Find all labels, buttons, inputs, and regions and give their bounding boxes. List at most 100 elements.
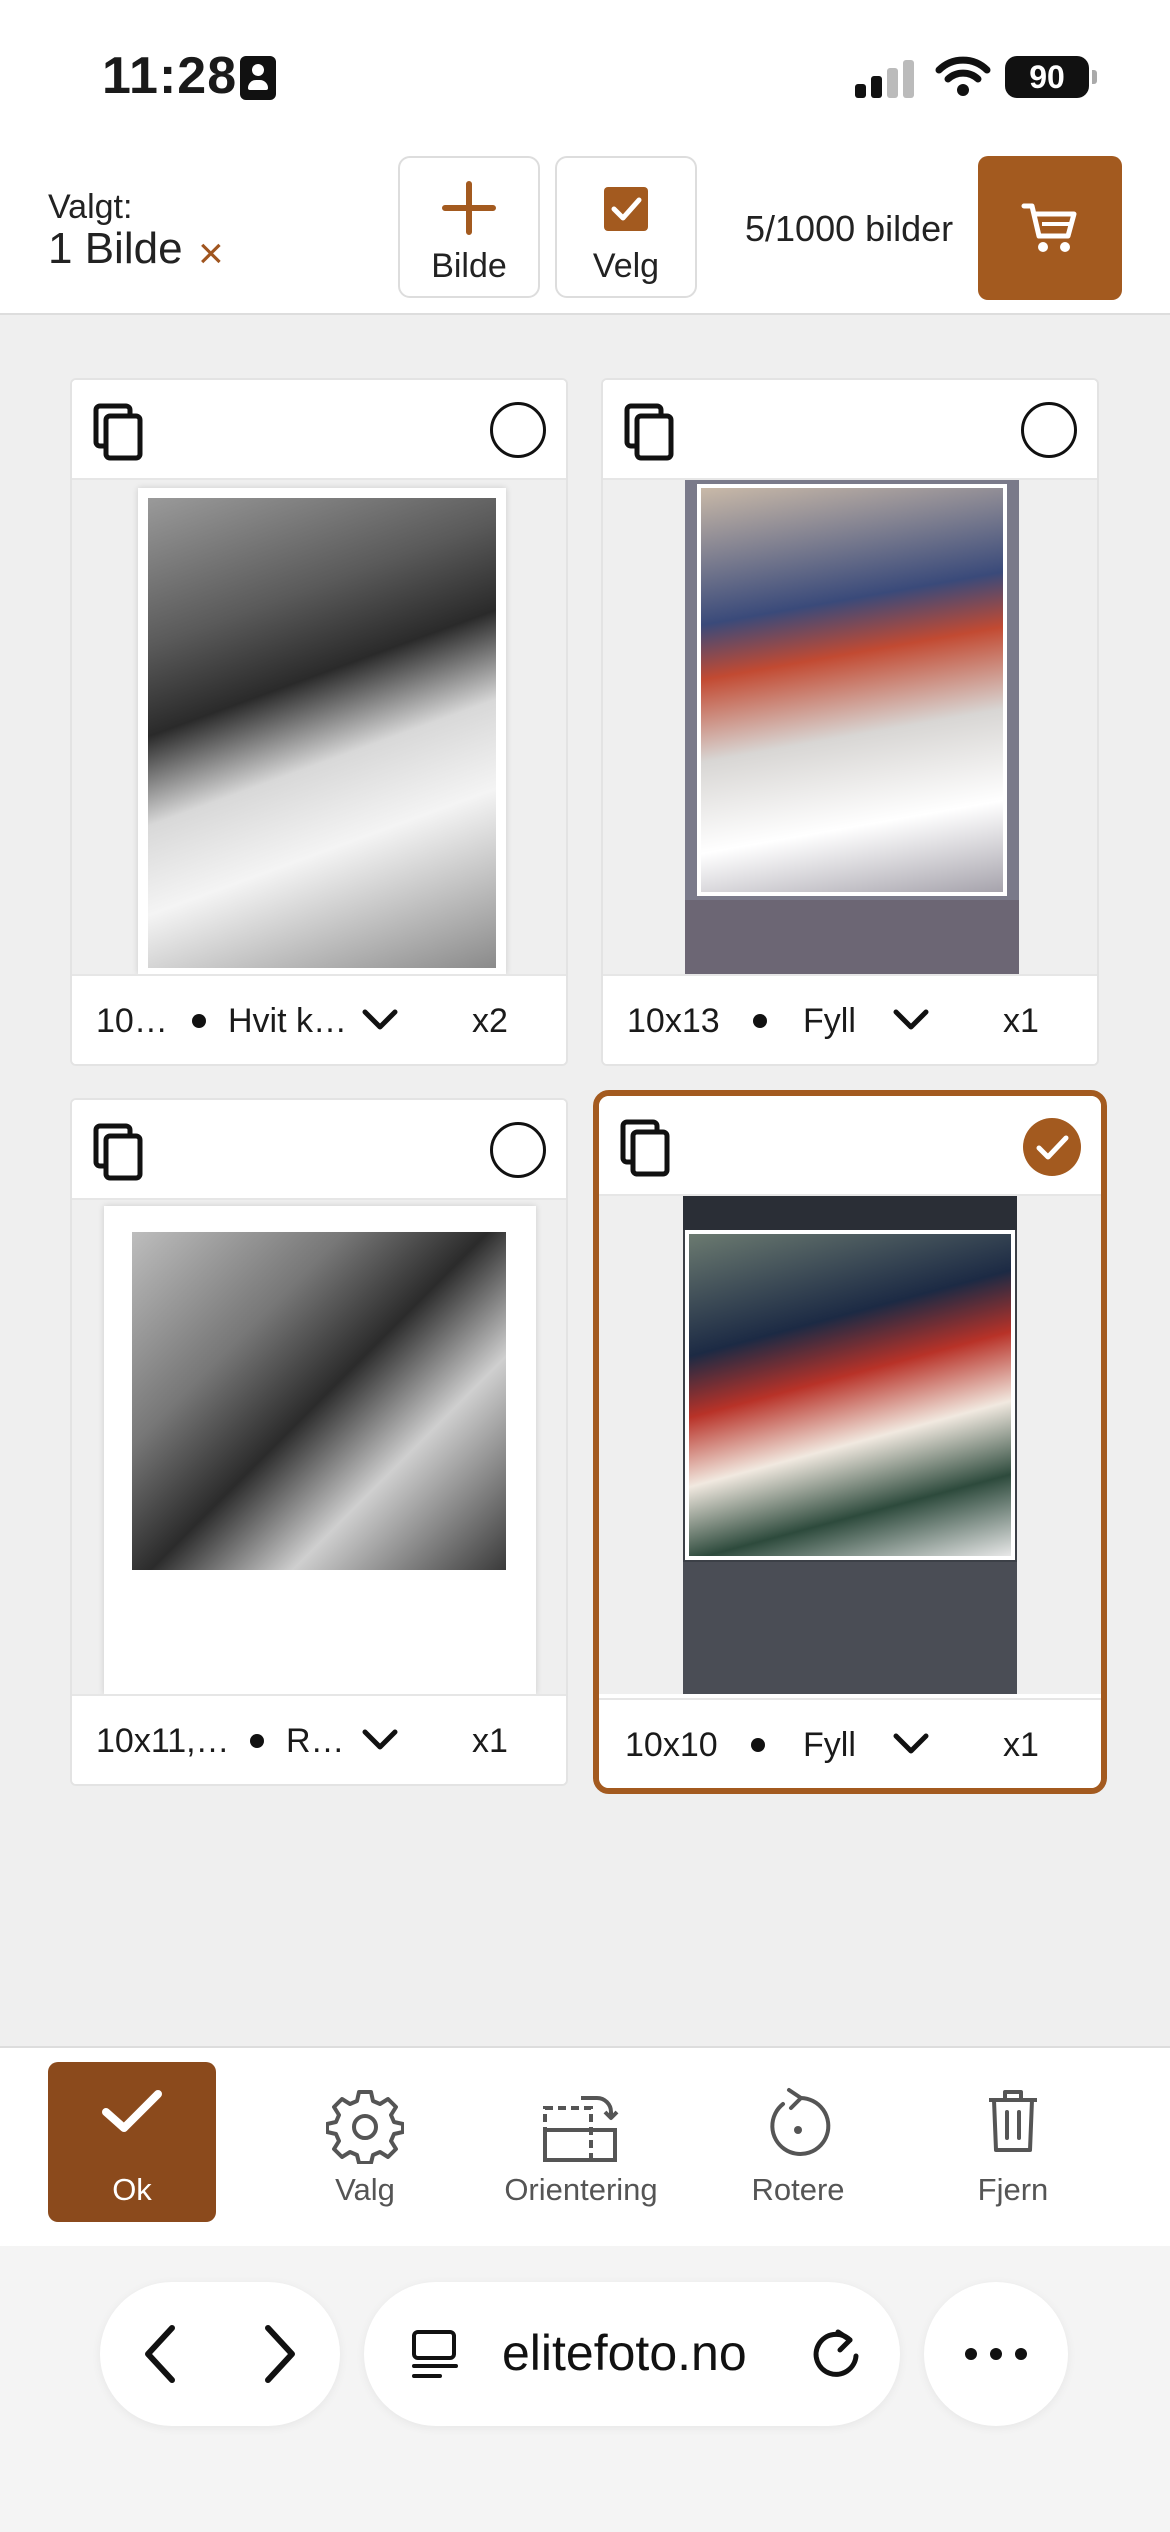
cart-button[interactable]: [978, 156, 1122, 300]
url-text: elitefoto.no: [502, 2325, 747, 2381]
checkbox-icon: [604, 187, 648, 231]
duplicate-icon[interactable]: [619, 1118, 673, 1178]
select-circle[interactable]: [490, 402, 546, 458]
status-time: 11:28: [102, 47, 238, 105]
ok-label: Ok: [112, 2172, 152, 2207]
photo-image: [697, 484, 1007, 896]
photo-overflow: [683, 1196, 1017, 1230]
separator-dot: [751, 1738, 765, 1752]
nav-pill: [100, 2282, 340, 2426]
ok-button[interactable]: Ok: [48, 2062, 216, 2222]
clear-selection-button[interactable]: ×: [198, 232, 224, 276]
chevron-down-icon[interactable]: [362, 1728, 398, 1752]
photo-image: [132, 1232, 506, 1570]
gear-icon: [326, 2090, 404, 2164]
separator-dot: [753, 1014, 767, 1028]
card-options[interactable]: 10x13 Fyll x1: [603, 974, 1097, 1064]
reload-icon[interactable]: [810, 2326, 862, 2382]
photo-preview[interactable]: [72, 1200, 566, 1694]
print-size: 10x10: [625, 1726, 718, 1764]
card-options[interactable]: 10x10 Fyll x1: [599, 1698, 1101, 1788]
rotate-button[interactable]: Rotere: [713, 2062, 883, 2222]
photo-card[interactable]: 10x11,… R… x1: [70, 1098, 568, 1786]
print-frame: [683, 1196, 1017, 1694]
forward-icon[interactable]: [260, 2322, 300, 2386]
selected-check-icon[interactable]: [1023, 1118, 1081, 1176]
add-image-label: Bilde: [431, 247, 507, 285]
remove-label: Fjern: [977, 2172, 1049, 2207]
photo-card[interactable]: 10… Hvit k… x2: [70, 378, 568, 1066]
card-header: [72, 380, 566, 480]
print-size: 10x13: [627, 1002, 720, 1040]
wifi-icon: [935, 56, 991, 96]
contact-card-icon: [240, 56, 276, 100]
select-button[interactable]: Velg: [555, 156, 697, 298]
quantity[interactable]: x2: [472, 1002, 508, 1041]
image-count: 5/1000 bilder: [745, 208, 954, 249]
fill-mode: R…: [286, 1722, 345, 1760]
chevron-down-icon[interactable]: [893, 1732, 929, 1756]
chevron-down-icon[interactable]: [893, 1008, 929, 1032]
selection-header: Valgt: 1 Bilde × Bilde Velg 5/1000 bilde…: [0, 150, 1170, 315]
photo-overflow: [683, 1562, 1017, 1694]
battery-indicator: 90: [1005, 56, 1097, 98]
rotate-icon: [770, 2088, 831, 2156]
plus-icon: [442, 181, 496, 235]
card-header: [599, 1096, 1101, 1196]
card-options[interactable]: 10x11,… R… x1: [72, 1694, 566, 1784]
photo-preview[interactable]: [72, 480, 566, 974]
quantity[interactable]: x1: [1003, 1726, 1039, 1765]
fill-mode: Hvit k…: [228, 1002, 347, 1040]
orientation-button[interactable]: Orientering: [496, 2062, 666, 2222]
add-image-button[interactable]: Bilde: [398, 156, 540, 298]
trash-icon: [989, 2090, 1037, 2152]
photo-image: [148, 498, 496, 968]
cellular-signal-icon: [855, 58, 915, 98]
print-frame: [104, 1206, 536, 1694]
photo-card-selected[interactable]: 10x10 Fyll x1: [593, 1090, 1107, 1794]
separator-dot: [192, 1014, 206, 1028]
rotate-label: Rotere: [751, 2172, 845, 2207]
more-icon: [965, 2348, 1027, 2360]
print-size: 10…: [96, 1002, 168, 1040]
photo-card[interactable]: 10x13 Fyll x1: [601, 378, 1099, 1066]
duplicate-icon[interactable]: [92, 402, 146, 462]
print-frame: [685, 480, 1019, 974]
card-header: [603, 380, 1097, 480]
photo-preview[interactable]: [599, 1196, 1101, 1694]
back-icon[interactable]: [140, 2322, 180, 2386]
selected-count: 1 Bilde: [48, 224, 183, 273]
photo-image: [685, 1230, 1015, 1560]
status-bar: 11:28 90: [0, 0, 1170, 150]
cart-icon: [1021, 203, 1077, 252]
card-options[interactable]: 10… Hvit k… x2: [72, 974, 566, 1064]
select-label: Velg: [592, 247, 660, 285]
page-menu-icon[interactable]: [408, 2328, 462, 2382]
browser-toolbar: elitefoto.no: [0, 2246, 1170, 2532]
more-menu-button[interactable]: [924, 2282, 1068, 2426]
fill-mode: Fyll: [803, 1726, 856, 1764]
checkmark-icon: [102, 2090, 162, 2132]
duplicate-icon[interactable]: [92, 1122, 146, 1182]
selected-label: Valgt:: [48, 188, 133, 226]
quantity[interactable]: x1: [1003, 1002, 1039, 1041]
remove-button[interactable]: Fjern: [928, 2062, 1098, 2222]
fill-mode: Fyll: [803, 1002, 856, 1040]
orientation-label: Orientering: [504, 2172, 658, 2207]
photo-preview[interactable]: [603, 480, 1097, 974]
edit-toolbar: Ok Valg Orientering Rotere Fjern: [0, 2046, 1170, 2246]
options-button[interactable]: Valg: [280, 2062, 450, 2222]
select-circle[interactable]: [1021, 402, 1077, 458]
quantity[interactable]: x1: [472, 1722, 508, 1761]
duplicate-icon[interactable]: [623, 402, 677, 462]
options-label: Valg: [335, 2172, 395, 2207]
print-size: 10x11,…: [96, 1722, 230, 1760]
photo-overflow: [685, 900, 1019, 974]
chevron-down-icon[interactable]: [362, 1008, 398, 1032]
select-circle[interactable]: [490, 1122, 546, 1178]
card-header: [72, 1100, 566, 1200]
separator-dot: [250, 1734, 264, 1748]
orientation-icon: [543, 2096, 619, 2162]
print-frame: [138, 488, 506, 974]
address-bar[interactable]: elitefoto.no: [364, 2282, 900, 2426]
